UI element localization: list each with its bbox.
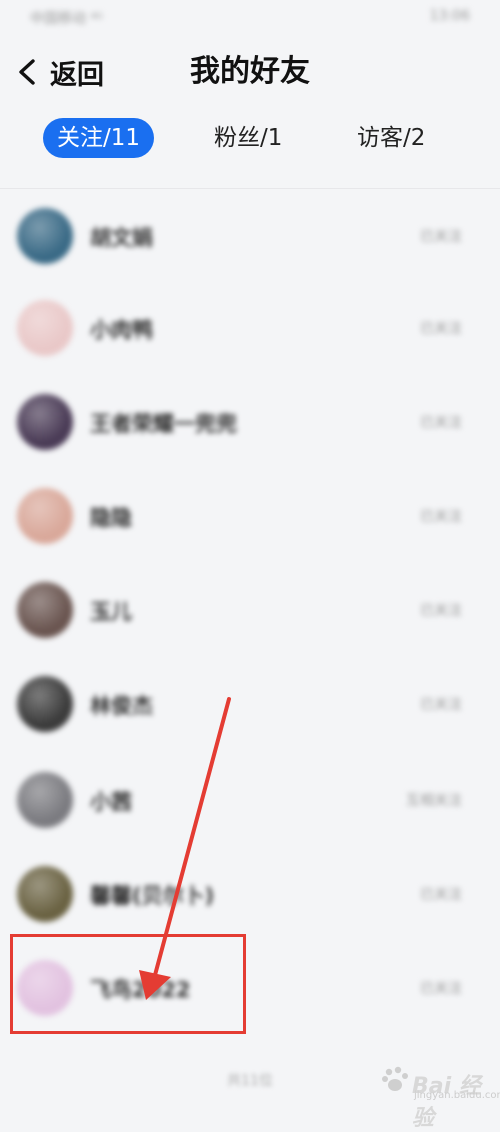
follow-status[interactable]: 已关注 [420, 506, 462, 526]
avatar [17, 866, 73, 922]
friend-name: 王者荣耀一兜兜 [90, 412, 237, 436]
friend-row[interactable]: 玉儿 已关注 [0, 564, 500, 656]
navigation-bar: 返回 我的好友 [0, 40, 500, 104]
tab-bar: 关注/11 粉丝/1 访客/2 [0, 118, 500, 162]
paw-icon [382, 1066, 408, 1091]
follow-status[interactable]: 已关注 [420, 412, 462, 432]
friend-row[interactable]: 王者荣耀一兜兜 已关注 [0, 376, 500, 468]
tab-visitors[interactable]: 访客/2 [357, 118, 425, 158]
follow-status[interactable]: 已关注 [420, 884, 462, 904]
follow-status[interactable]: 已关注 [420, 694, 462, 714]
friend-name: 林俊杰 [90, 694, 153, 718]
friend-name: 玉儿 [90, 600, 132, 624]
watermark: Bai 经验 jingyan.baidu.com [380, 1060, 500, 1131]
follow-status[interactable]: 已关注 [420, 226, 462, 246]
friend-name: 隐隐 [90, 506, 132, 530]
follow-status[interactable]: 已关注 [420, 600, 462, 620]
friend-row[interactable]: 林俊杰 已关注 [0, 658, 500, 750]
friend-name: 小肉鸭 [90, 318, 153, 342]
friend-row[interactable]: 胡文娟 已关注 [0, 190, 500, 282]
avatar [17, 208, 73, 264]
avatar [17, 676, 73, 732]
tab-fans[interactable]: 粉丝/1 [214, 118, 282, 158]
avatar [17, 772, 73, 828]
highlight-box [10, 934, 246, 1034]
avatar [17, 300, 73, 356]
avatar [17, 582, 73, 638]
avatar [17, 488, 73, 544]
watermark-url: jingyan.baidu.com [414, 1090, 500, 1101]
carrier-label: 中国移动 ⁴ᴳ [30, 11, 103, 27]
friend-row[interactable]: 馨馨(贝尔卜) 已关注 [0, 848, 500, 940]
status-time: 13:06 [429, 8, 470, 24]
friend-name: 小茜 [90, 790, 132, 814]
friend-name: 馨馨(贝尔卜) [90, 884, 215, 908]
page-title: 我的好友 [190, 54, 310, 89]
friend-row[interactable]: 隐隐 已关注 [0, 470, 500, 562]
divider [0, 188, 500, 189]
tab-following[interactable]: 关注/11 [43, 118, 155, 158]
friend-row[interactable]: 小肉鸭 已关注 [0, 282, 500, 374]
status-bar: 中国移动 ⁴ᴳ 13:06 [0, 0, 500, 40]
follow-status[interactable]: 已关注 [420, 978, 462, 998]
avatar [17, 394, 73, 450]
friend-name: 胡文娟 [90, 226, 153, 250]
follow-status[interactable]: 互相关注 [406, 790, 462, 810]
friend-row[interactable]: 小茜 互相关注 [0, 754, 500, 846]
follow-status[interactable]: 已关注 [420, 318, 462, 338]
